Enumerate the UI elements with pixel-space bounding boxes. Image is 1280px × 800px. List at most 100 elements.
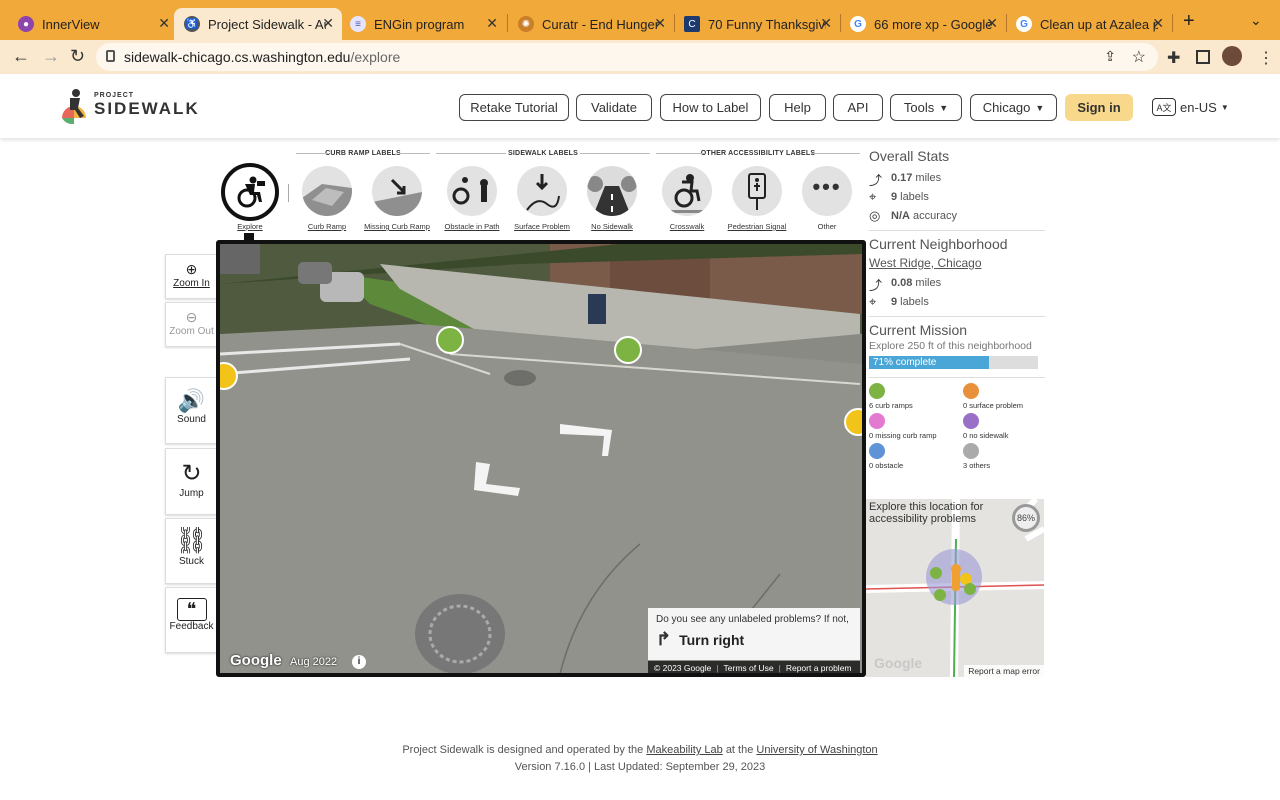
curb-ramp-marker-icon[interactable] — [614, 336, 642, 364]
tab-azalea[interactable]: G Clean up at Azalea pa ✕ — [1006, 8, 1172, 40]
zoom-out-button[interactable]: ⊖ Zoom Out — [165, 302, 217, 347]
turn-right-prompt[interactable]: Do you see any unlabeled problems? If no… — [648, 608, 860, 660]
street-view-panorama[interactable]: Google Aug 2022 i Do you see any unlabel… — [216, 240, 866, 677]
how-to-label-button[interactable]: How to Label — [660, 94, 761, 121]
tab-project-sidewalk[interactable]: ♿ Project Sidewalk - Au ✕ — [174, 8, 342, 40]
divider — [399, 153, 430, 154]
bookmark-star-icon[interactable]: ☆ — [1132, 47, 1146, 67]
other-label-button[interactable]: ••• Other — [792, 166, 862, 231]
google-watermark: Google — [230, 652, 282, 669]
report-map-error-link[interactable]: Report a map error — [964, 665, 1044, 677]
close-tab-icon[interactable]: ✕ — [986, 15, 998, 32]
tab-funny-thanksgiving[interactable]: C 70 Funny Thanksgivin ✕ — [674, 8, 840, 40]
surface-problem-icon — [517, 166, 567, 216]
label-button-text: Surface Problem — [514, 222, 570, 231]
forward-icon[interactable]: → — [42, 46, 60, 67]
footer-text: at the — [725, 744, 754, 756]
validate-button[interactable]: Validate — [576, 94, 652, 121]
terms-link[interactable]: Terms of Use — [724, 663, 774, 673]
surface-problem-label-button[interactable]: Surface Problem — [507, 166, 577, 231]
divider — [869, 316, 1045, 317]
tools-dropdown[interactable]: Tools ▼ — [890, 94, 962, 121]
minimap[interactable]: Explore this location for accessibility … — [866, 499, 1044, 677]
feedback-button[interactable]: ❝ Feedback — [165, 587, 217, 653]
curb-ramp-label-button[interactable]: Curb Ramp — [292, 166, 362, 231]
logo-sidewalk-text: SIDEWALK — [94, 98, 200, 118]
back-icon[interactable]: ← — [12, 46, 30, 67]
neighborhood-miles-value: 0.08 — [891, 276, 913, 289]
stats-panel: Overall Stats ⤴ 0.17 miles ⌖ 9 labels ◎ N/A ac… — [869, 148, 1045, 383]
zoom-in-button[interactable]: ⊕ Zoom In — [165, 254, 217, 299]
help-button[interactable]: Help — [769, 94, 826, 121]
obstacle-label-button[interactable]: Obstacle in Path — [437, 166, 507, 231]
side-panel-icon[interactable] — [1196, 50, 1210, 64]
labels-unit: labels — [900, 190, 929, 203]
jump-button[interactable]: ↻ Jump — [165, 448, 217, 515]
pedestrian-signal-icon — [732, 166, 782, 216]
project-sidewalk-logo[interactable]: PROJECT SIDEWALK — [58, 88, 200, 125]
distance-icon: ⤴ — [869, 277, 883, 293]
sound-button[interactable]: 🔊 Sound — [165, 377, 217, 444]
university-link[interactable]: University of Washington — [756, 744, 877, 756]
close-tab-icon[interactable]: ✕ — [820, 15, 832, 32]
reload-icon[interactable]: ↻ — [70, 46, 85, 67]
zoom-out-label: Zoom Out — [169, 326, 214, 337]
browser-tab-bar: ● InnerView ✕ ♿ Project Sidewalk - Au ✕ … — [0, 0, 1280, 40]
stuck-button[interactable]: ⛓ Stuck — [165, 518, 217, 584]
language-selector[interactable]: A文 en-US ▼ — [1152, 98, 1229, 116]
tab-google-xp[interactable]: G 66 more xp - Google ✕ — [840, 8, 1006, 40]
tab-curatr[interactable]: ✺ Curatr - End Hunger ✕ — [508, 8, 674, 40]
new-tab-icon[interactable]: + — [1183, 10, 1195, 33]
current-mission-title: Current Mission — [869, 322, 968, 338]
url-field[interactable]: sidewalk-chicago.cs.washington.edu/explo… — [96, 43, 1158, 71]
neighborhood-link[interactable]: West Ridge, Chicago — [869, 256, 1045, 270]
extensions-icon[interactable]: ✚ — [1167, 48, 1180, 68]
turn-right-label: Turn right — [679, 631, 745, 648]
exploration-percent-badge: 86% — [1012, 504, 1040, 532]
report-problem-link[interactable]: Report a problem — [786, 663, 852, 673]
tab-title: InnerView — [42, 16, 100, 32]
retake-tutorial-button[interactable]: Retake Tutorial — [459, 94, 569, 121]
other-marker-icon[interactable] — [844, 408, 862, 436]
tab-innerview[interactable]: ● InnerView ✕ — [8, 8, 178, 40]
api-button[interactable]: API — [833, 94, 883, 121]
close-tab-icon[interactable]: ✕ — [1152, 15, 1164, 32]
label-button-text: No Sidewalk — [591, 222, 633, 231]
share-icon[interactable]: ⇪ — [1104, 48, 1116, 65]
makeability-lab-link[interactable]: Makeability Lab — [646, 744, 722, 756]
caret-down-icon: ▼ — [939, 102, 949, 113]
speech-quote-icon: ❝ — [176, 598, 207, 621]
explore-mode-button[interactable] — [221, 163, 279, 221]
close-tab-icon[interactable]: ✕ — [486, 15, 498, 32]
info-icon[interactable]: i — [352, 655, 366, 669]
city-label: Chicago — [982, 100, 1031, 115]
menu-kebab-icon[interactable]: ⋮ — [1258, 48, 1274, 68]
tab-search-chevron-icon[interactable]: ⌄ — [1250, 12, 1262, 29]
pedestrian-signal-label-button[interactable]: Pedestrian Signal — [722, 166, 792, 231]
sidewalk-favicon-icon: ♿ — [184, 16, 200, 32]
curb-ramp-marker-icon[interactable] — [436, 326, 464, 354]
profile-avatar[interactable] — [1222, 46, 1242, 66]
tab-engin[interactable]: ≡ ENGin program ✕ — [340, 8, 506, 40]
close-tab-icon[interactable]: ✕ — [654, 15, 666, 32]
close-tab-icon[interactable]: ✕ — [158, 15, 170, 32]
speaker-icon: 🔊 — [177, 388, 206, 413]
jump-label: Jump — [179, 488, 204, 499]
logo-project-text: PROJECT — [94, 91, 135, 99]
address-bar-row: ← → ↻ sidewalk-chicago.cs.washington.edu… — [0, 40, 1280, 74]
google-legal-bar: © 2023 Google | Terms of Use | Report a … — [648, 661, 860, 673]
target-icon: ◎ — [869, 207, 881, 223]
mission-progress-fill: 71% complete — [869, 356, 989, 369]
obstacle-icon — [447, 166, 497, 216]
divider — [656, 153, 704, 154]
no-sidewalk-label-button[interactable]: No Sidewalk — [577, 166, 647, 231]
map-pin-icon: ⌖ — [869, 293, 877, 309]
tab-title: Project Sidewalk - Au — [208, 16, 326, 32]
close-tab-icon[interactable]: ✕ — [322, 15, 334, 32]
sign-in-button[interactable]: Sign in — [1065, 94, 1133, 121]
missing-curb-ramp-label-button[interactable]: Missing Curb Ramp — [362, 166, 432, 231]
city-dropdown[interactable]: Chicago ▼ — [970, 94, 1057, 121]
labels-unit: labels — [900, 295, 929, 308]
map-pin-icon: ⌖ — [869, 188, 877, 204]
crosswalk-label-button[interactable]: Crosswalk — [652, 166, 722, 231]
